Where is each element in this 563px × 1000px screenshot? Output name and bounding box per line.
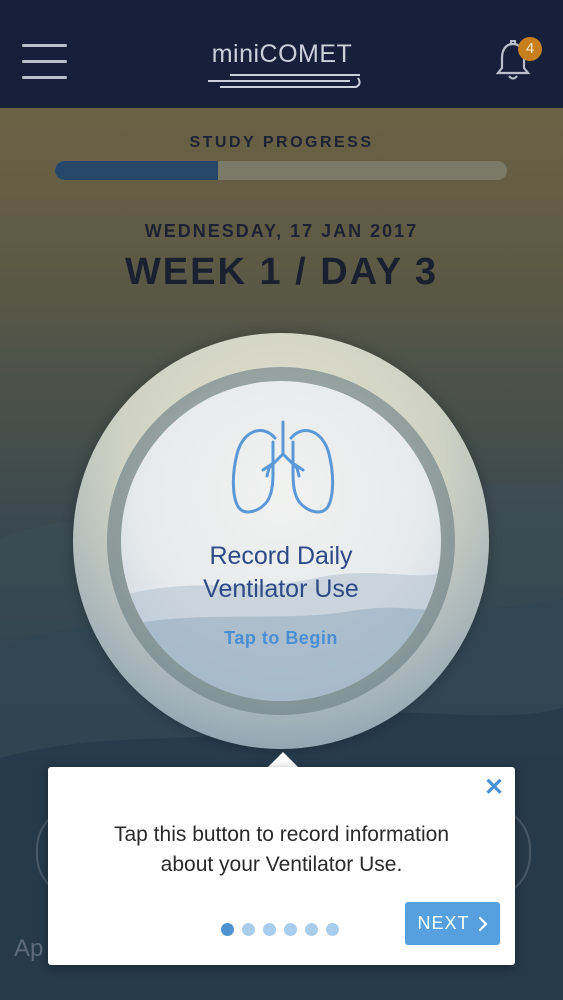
tooltip-pointer bbox=[268, 752, 298, 767]
tooltip-line2: about your Ventilator Use. bbox=[160, 853, 403, 876]
study-progress-fill bbox=[55, 161, 218, 180]
pager-dot[interactable] bbox=[284, 923, 297, 936]
app-logo-text: miniCOMET bbox=[211, 40, 353, 68]
current-date: WEDNESDAY, 17 JAN 2017 bbox=[144, 221, 419, 241]
chevron-right-icon bbox=[478, 916, 488, 931]
notification-badge: 4 bbox=[518, 37, 542, 61]
pager-dot[interactable] bbox=[326, 923, 339, 936]
tap-to-begin-label: Tap to Begin bbox=[224, 628, 338, 648]
pager-dot[interactable] bbox=[305, 923, 318, 936]
hamburger-menu-icon[interactable] bbox=[22, 44, 67, 80]
study-progress-bar bbox=[55, 161, 507, 180]
comet-trail-icon bbox=[208, 74, 361, 88]
record-button-title: Record Daily Ventilator Use bbox=[141, 540, 421, 606]
next-button-label: NEXT bbox=[417, 913, 470, 933]
lungs-icon bbox=[231, 420, 335, 514]
pager-dot[interactable] bbox=[221, 923, 234, 936]
study-progress-label: STUDY PROGRESS bbox=[189, 134, 374, 151]
next-button[interactable]: NEXT bbox=[405, 902, 500, 945]
partial-bottom-text: Ap bbox=[14, 935, 44, 962]
record-title-line1: Record Daily bbox=[209, 542, 353, 570]
close-icon[interactable]: ✕ bbox=[482, 776, 506, 800]
tooltip-message: Tap this button to record information ab… bbox=[60, 820, 503, 880]
app-logo: miniCOMET bbox=[196, 40, 368, 92]
record-title-line2: Ventilator Use bbox=[203, 575, 359, 603]
pager-dot[interactable] bbox=[242, 923, 255, 936]
pager-dots bbox=[221, 923, 351, 937]
app-header: miniCOMET 4 bbox=[0, 0, 563, 108]
week-day-title: WEEK 1 / DAY 3 bbox=[124, 251, 439, 293]
pager-dot[interactable] bbox=[263, 923, 276, 936]
tooltip-line1: Tap this button to record information bbox=[113, 823, 449, 846]
